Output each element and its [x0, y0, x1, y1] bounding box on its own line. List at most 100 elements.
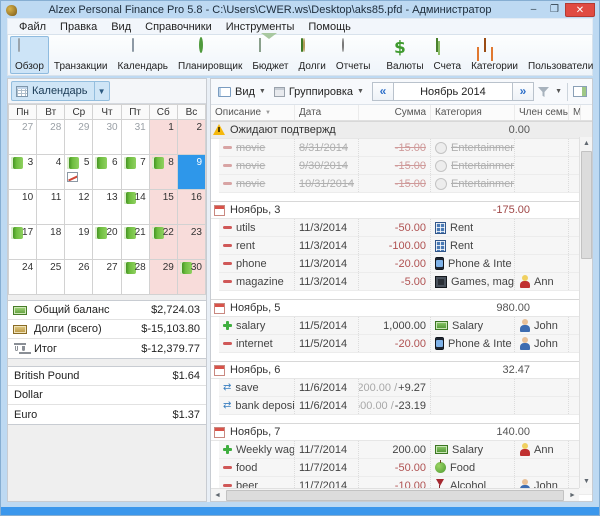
toolbar-button-categories[interactable]: Категории: [466, 36, 523, 74]
transaction-group-row[interactable]: Ноябрь, 5980.00: [211, 299, 592, 317]
calendar-day-cell[interactable]: 29: [149, 260, 177, 295]
menu-item[interactable]: Правка: [53, 20, 104, 34]
transaction-group-row[interactable]: Ноябрь, 3-175.00: [211, 201, 592, 219]
calendar-day-cell[interactable]: 21: [121, 225, 149, 260]
transaction-row[interactable]: Weekly wage chec11/7/2014200.00SalaryAnn: [219, 441, 592, 459]
transaction-row[interactable]: movie9/30/2014-15.00Entertainmen: [219, 157, 592, 175]
toolbar-button-users[interactable]: Пользователи: [523, 36, 598, 74]
calendar-day-cell[interactable]: 18: [37, 225, 65, 260]
menu-item[interactable]: Справочники: [138, 20, 219, 34]
column-header-6[interactable]: М: [569, 105, 581, 120]
menu-item[interactable]: Помощь: [301, 20, 358, 34]
calendar-day-cell[interactable]: 30: [177, 260, 205, 295]
calendar-day-cell[interactable]: 6: [93, 155, 121, 190]
transaction-row[interactable]: phone11/3/2014-20.00Phone & Inte: [219, 255, 592, 273]
toolbar-button-calendar[interactable]: Календарь: [113, 36, 173, 74]
calendar-day-cell[interactable]: 14: [121, 190, 149, 225]
entertainment-icon: [435, 160, 447, 172]
calendar-day-cell[interactable]: 28: [121, 260, 149, 295]
calendar-day-cell[interactable]: 19: [65, 225, 93, 260]
menu-item[interactable]: Инструменты: [219, 20, 302, 34]
column-header-4[interactable]: Категория: [431, 105, 515, 120]
transaction-row[interactable]: rent11/3/2014-100.00Rent: [219, 237, 592, 255]
calendar-day-cell[interactable]: 30: [93, 120, 121, 155]
chevron-down-icon[interactable]: ▼: [555, 88, 562, 95]
toolbar-button-overview[interactable]: Обзор: [10, 36, 49, 74]
column-header-1[interactable]: Описание▼: [211, 105, 295, 120]
column-header-5[interactable]: Член семьи: [515, 105, 569, 120]
calendar-day-cell[interactable]: 4: [37, 155, 65, 190]
transaction-row[interactable]: internet11/5/2014-20.00Phone & InteJohn: [219, 335, 592, 353]
scroll-right-arrow[interactable]: ►: [566, 489, 579, 502]
scroll-up-arrow[interactable]: ▲: [580, 137, 592, 150]
transaction-group-row[interactable]: Ожидают подтвержд0.00: [211, 121, 592, 139]
filter-icon[interactable]: [537, 86, 550, 98]
calendar-day-cell[interactable]: 1: [149, 120, 177, 155]
horizontal-scroll-thumb[interactable]: [226, 490, 564, 501]
calendar-day-cell[interactable]: 23: [177, 225, 205, 260]
next-month-button[interactable]: »: [512, 82, 534, 101]
title-bar: Alzex Personal Finance Pro 5.8 - C:\User…: [1, 1, 599, 18]
transaction-row[interactable]: movie8/31/2014-15.00Entertainmen: [219, 139, 592, 157]
transaction-row[interactable]: magazine11/3/2014-5.00Games, magaAnn: [219, 273, 592, 291]
calendar-day-cell[interactable]: 22: [149, 225, 177, 260]
calendar-day-cell[interactable]: 12: [65, 190, 93, 225]
transaction-row[interactable]: food11/7/2014-50.00Food: [219, 459, 592, 477]
transaction-group-row[interactable]: Ноябрь, 632.47: [211, 361, 592, 379]
calendar-day-cell[interactable]: 16: [177, 190, 205, 225]
maximize-button[interactable]: ❐: [544, 3, 565, 17]
transaction-group-row[interactable]: Ноябрь, 7140.00: [211, 423, 592, 441]
column-header-3[interactable]: Сумма: [359, 105, 431, 120]
calendar-day-cell[interactable]: 20: [93, 225, 121, 260]
calendar-day-cell[interactable]: 3: [9, 155, 37, 190]
calendar-view-dropdown-arrow[interactable]: ▼: [95, 81, 110, 101]
calendar-view-button[interactable]: Календарь: [11, 81, 95, 101]
total-icon: [12, 342, 29, 355]
toolbar-button-reports[interactable]: Отчеты: [331, 36, 376, 74]
calendar-day-cell[interactable]: 27: [93, 260, 121, 295]
toolbar-button-currencies[interactable]: $Валюты: [381, 36, 428, 74]
calendar-day-cell[interactable]: 15: [149, 190, 177, 225]
grouping-button[interactable]: Группировка ▼: [270, 84, 368, 100]
toolbar-button-accounts[interactable]: Счета: [429, 36, 467, 74]
transaction-row[interactable]: ⇄bank deposit11/6/2014-$500.00 / -23.19: [219, 397, 592, 415]
calendar-day-cell[interactable]: 9: [177, 155, 205, 190]
horizontal-scrollbar[interactable]: ◄ ►: [211, 488, 579, 501]
calendar-day-cell[interactable]: 8: [149, 155, 177, 190]
calendar-day-cell[interactable]: 31: [121, 120, 149, 155]
scroll-down-arrow[interactable]: ▼: [580, 475, 592, 488]
toolbar-button-budget[interactable]: Бюджет: [247, 36, 293, 74]
vertical-scrollbar[interactable]: ▲ ▼: [579, 137, 592, 488]
view-button[interactable]: Вид ▼: [214, 84, 270, 100]
side-panel-toggle-icon[interactable]: [573, 86, 587, 97]
scroll-left-arrow[interactable]: ◄: [211, 489, 224, 502]
calendar-day-cell[interactable]: 29: [65, 120, 93, 155]
prev-month-button[interactable]: «: [372, 82, 394, 101]
transaction-row[interactable]: movie10/31/2014-15.00Entertainmen: [219, 175, 592, 193]
minimize-button[interactable]: –: [523, 3, 544, 17]
transaction-row[interactable]: ⇄save11/6/2014-$200.00 / +9.27: [219, 379, 592, 397]
menu-item[interactable]: Файл: [12, 20, 53, 34]
calendar-day-cell[interactable]: 27: [9, 120, 37, 155]
calendar-day-cell[interactable]: 28: [37, 120, 65, 155]
calendar-day-cell[interactable]: 7: [121, 155, 149, 190]
calendar-day-cell[interactable]: 25: [37, 260, 65, 295]
toolbar-button-debts[interactable]: Долги: [294, 36, 331, 74]
transaction-row[interactable]: utils11/3/2014-50.00Rent: [219, 219, 592, 237]
toolbar-button-transactions[interactable]: Транзакции: [49, 36, 113, 74]
calendar-day-cell[interactable]: 13: [93, 190, 121, 225]
vertical-scroll-thumb[interactable]: [581, 151, 592, 259]
column-header-2[interactable]: Дата: [295, 105, 359, 120]
calendar-day-cell[interactable]: 2: [177, 120, 205, 155]
calendar-day-cell[interactable]: 17: [9, 225, 37, 260]
calendar-day-cell[interactable]: 24: [9, 260, 37, 295]
calendar-day-cell[interactable]: 26: [65, 260, 93, 295]
toolbar-button-scheduler[interactable]: Планировщик: [173, 36, 247, 74]
menu-item[interactable]: Вид: [104, 20, 138, 34]
calendar-day-cell[interactable]: 10: [9, 190, 37, 225]
calendar-day-cell[interactable]: 11: [37, 190, 65, 225]
transaction-row[interactable]: salary11/5/20141,000.00SalaryJohn: [219, 317, 592, 335]
calendar-day-cell[interactable]: 5: [65, 155, 93, 190]
close-button[interactable]: ✕: [565, 3, 595, 17]
period-field[interactable]: Ноябрь 2014: [394, 82, 512, 101]
